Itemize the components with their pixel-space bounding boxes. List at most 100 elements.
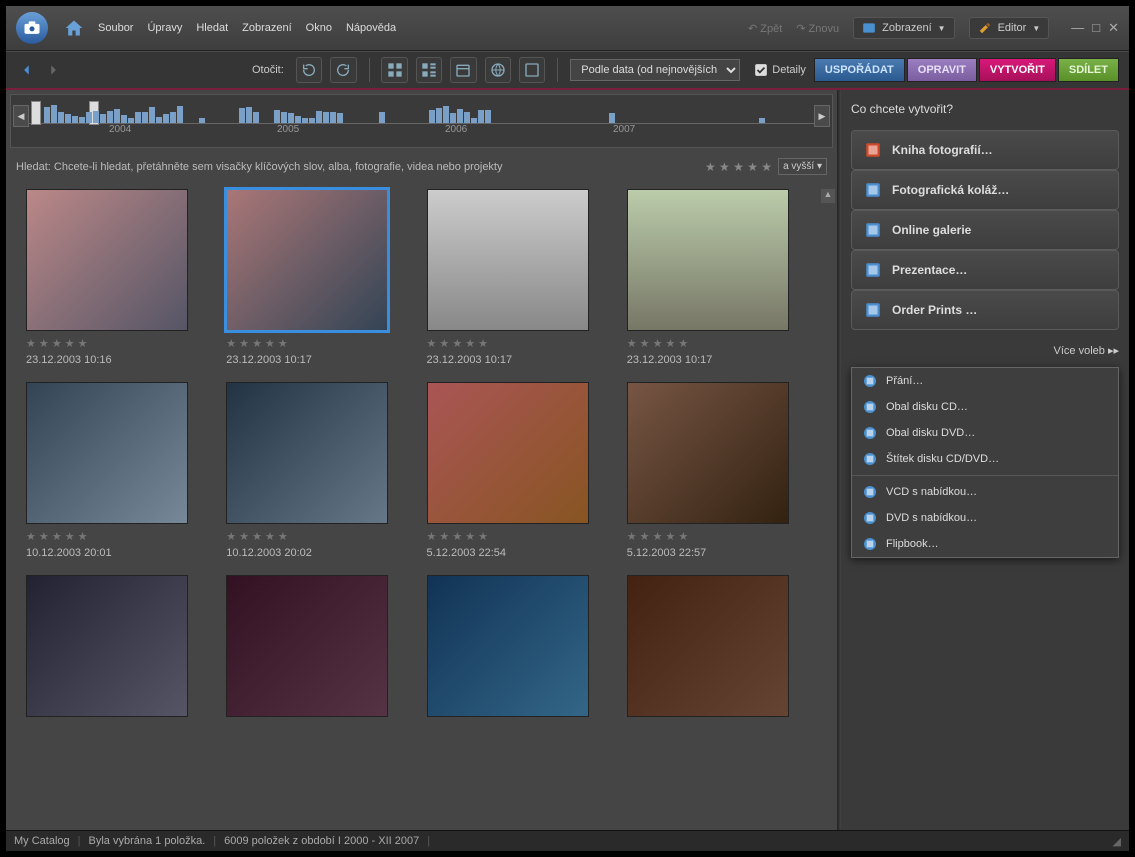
- thumbnail[interactable]: [26, 575, 216, 717]
- menu-zobrazení[interactable]: Zobrazení: [242, 22, 292, 34]
- rating-mode-select[interactable]: a vyšší ▾: [778, 158, 827, 175]
- timeline-bar[interactable]: [309, 118, 315, 123]
- timeline-bar[interactable]: [457, 109, 463, 123]
- timeline-bar[interactable]: [135, 112, 141, 123]
- timeline-bar[interactable]: [450, 113, 456, 123]
- timeline-bar[interactable]: [163, 114, 169, 123]
- timeline-handle-start[interactable]: [31, 101, 41, 125]
- timeline[interactable]: ◀ ▶ 2004200520062007: [10, 94, 833, 148]
- thumb-rating[interactable]: ★ ★ ★ ★ ★: [427, 337, 617, 350]
- timeline-bar[interactable]: [295, 116, 301, 123]
- menu-úpravy[interactable]: Úpravy: [147, 22, 182, 34]
- thumbnail[interactable]: ★ ★ ★ ★ ★5.12.2003 22:57: [627, 382, 817, 559]
- menu-nápověda[interactable]: Nápověda: [346, 22, 396, 34]
- thumb-rating[interactable]: ★ ★ ★ ★ ★: [427, 530, 617, 543]
- timeline-bar[interactable]: [478, 110, 484, 123]
- thumb-rating[interactable]: ★ ★ ★ ★ ★: [627, 530, 817, 543]
- resize-grip[interactable]: ◢: [1113, 835, 1121, 848]
- timeline-bar[interactable]: [79, 117, 85, 123]
- popup-cd[interactable]: Obal disku CD…: [852, 394, 1118, 420]
- thumbnail[interactable]: [627, 575, 817, 717]
- home-button[interactable]: [60, 14, 88, 42]
- grid-view-button[interactable]: [381, 57, 407, 83]
- timeline-bar[interactable]: [379, 112, 385, 123]
- thumbnail[interactable]: ★ ★ ★ ★ ★23.12.2003 10:17: [226, 189, 416, 366]
- minimize-button[interactable]: —: [1071, 20, 1084, 36]
- timeline-bar[interactable]: [239, 108, 245, 123]
- timeline-bar[interactable]: [100, 114, 106, 123]
- map-view-button[interactable]: [485, 57, 511, 83]
- timeline-bar[interactable]: [288, 113, 294, 123]
- timeline-bar[interactable]: [274, 110, 280, 123]
- timeline-bar[interactable]: [142, 112, 148, 123]
- create-collage-button[interactable]: Fotografická koláž…: [851, 170, 1119, 210]
- timeline-bar[interactable]: [65, 114, 71, 123]
- scroll-up-button[interactable]: ▲: [821, 189, 835, 203]
- redo-button[interactable]: ↷ Znovu: [796, 22, 839, 35]
- thumb-rating[interactable]: ★ ★ ★ ★ ★: [627, 337, 817, 350]
- timeline-bar[interactable]: [253, 112, 259, 123]
- timeline-bar[interactable]: [471, 118, 477, 123]
- search-hint[interactable]: Hledat: Chcete-li hledat, přetáhněte sem…: [16, 161, 705, 173]
- thumb-rating[interactable]: ★ ★ ★ ★ ★: [26, 530, 216, 543]
- timeline-bar[interactable]: [177, 106, 183, 123]
- timeline-bar[interactable]: [485, 110, 491, 123]
- date-view-button[interactable]: [450, 57, 476, 83]
- popup-dvd[interactable]: Obal disku DVD…: [852, 420, 1118, 446]
- popup-vcd[interactable]: VCD s nabídkou…: [852, 479, 1118, 505]
- thumbnail[interactable]: [226, 575, 416, 717]
- timeline-bar[interactable]: [72, 116, 78, 123]
- popup-flip[interactable]: Flipbook…: [852, 531, 1118, 557]
- undo-button[interactable]: ↶ Zpět: [748, 22, 782, 35]
- timeline-bar[interactable]: [107, 111, 113, 123]
- tab-create[interactable]: VYTVOŘIT: [979, 58, 1056, 82]
- timeline-bar[interactable]: [114, 109, 120, 123]
- timeline-bar[interactable]: [337, 113, 343, 123]
- thumbnail[interactable]: ★ ★ ★ ★ ★10.12.2003 20:01: [26, 382, 216, 559]
- view-dropdown[interactable]: Zobrazení▼: [853, 17, 954, 39]
- timeline-bar[interactable]: [436, 108, 442, 123]
- thumbnail[interactable]: ★ ★ ★ ★ ★23.12.2003 10:16: [26, 189, 216, 366]
- create-slideshow-button[interactable]: Prezentace…: [851, 250, 1119, 290]
- timeline-next-button[interactable]: ▶: [814, 105, 830, 127]
- detail-view-button[interactable]: [416, 57, 442, 83]
- tab-share[interactable]: SDÍLET: [1058, 58, 1119, 82]
- menu-okno[interactable]: Okno: [306, 22, 332, 34]
- create-book-button[interactable]: Kniha fotografií…: [851, 130, 1119, 170]
- rating-filter[interactable]: ★ ★ ★ ★ ★: [705, 160, 772, 174]
- fullscreen-button[interactable]: [519, 57, 545, 83]
- timeline-bar[interactable]: [429, 110, 435, 123]
- menu-hledat[interactable]: Hledat: [196, 22, 228, 34]
- timeline-bar[interactable]: [51, 105, 57, 123]
- timeline-bar[interactable]: [246, 107, 252, 123]
- create-prints-button[interactable]: Order Prints …: [851, 290, 1119, 330]
- create-gallery-button[interactable]: Online galerie: [851, 210, 1119, 250]
- timeline-bar[interactable]: [281, 112, 287, 123]
- maximize-button[interactable]: □: [1092, 20, 1100, 36]
- editor-dropdown[interactable]: Editor▼: [969, 17, 1050, 39]
- timeline-bar[interactable]: [443, 106, 449, 123]
- thumbnail[interactable]: ★ ★ ★ ★ ★23.12.2003 10:17: [427, 189, 617, 366]
- timeline-bar[interactable]: [156, 117, 162, 123]
- sort-select[interactable]: Podle data (od nejnovějších): [570, 59, 740, 81]
- thumbnail[interactable]: ★ ★ ★ ★ ★10.12.2003 20:02: [226, 382, 416, 559]
- timeline-bar[interactable]: [93, 111, 99, 123]
- timeline-bar[interactable]: [759, 118, 765, 123]
- thumbnail[interactable]: [427, 575, 617, 717]
- thumbnail[interactable]: ★ ★ ★ ★ ★5.12.2003 22:54: [427, 382, 617, 559]
- timeline-bar[interactable]: [199, 118, 205, 123]
- timeline-prev-button[interactable]: ◀: [13, 105, 29, 127]
- details-checkbox[interactable]: Detaily: [754, 63, 806, 77]
- rotate-right-button[interactable]: [330, 57, 356, 83]
- timeline-bar[interactable]: [121, 115, 127, 123]
- thumbnail[interactable]: ★ ★ ★ ★ ★23.12.2003 10:17: [627, 189, 817, 366]
- timeline-bar[interactable]: [170, 112, 176, 123]
- menu-soubor[interactable]: Soubor: [98, 22, 133, 34]
- popup-card[interactable]: Přání…: [852, 368, 1118, 394]
- popup-dvdm[interactable]: DVD s nabídkou…: [852, 505, 1118, 531]
- tab-fix[interactable]: OPRAVIT: [907, 58, 977, 82]
- timeline-bar[interactable]: [330, 112, 336, 123]
- nav-forward-button[interactable]: [42, 59, 64, 81]
- close-button[interactable]: ✕: [1108, 20, 1119, 36]
- timeline-bar[interactable]: [86, 112, 92, 123]
